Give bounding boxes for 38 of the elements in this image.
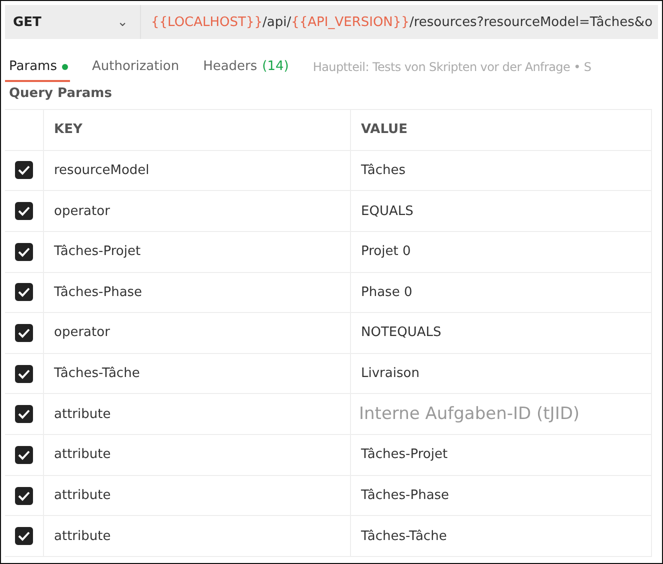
table-cell: Tâches-Phase <box>350 476 651 516</box>
column-header: KEY <box>43 110 350 151</box>
checkbox[interactable] <box>15 446 33 464</box>
url-field[interactable]: {{LOCALHOST}}/api/{{API_VERSION}}/resources?resourceModel=Tâches&o <box>141 14 653 30</box>
table-cell: attribute <box>43 435 350 476</box>
checkbox[interactable] <box>15 283 33 302</box>
table-cell: Tâches <box>350 150 651 192</box>
checkbox[interactable] <box>15 324 33 342</box>
checkbox[interactable] <box>15 405 33 424</box>
table-cell: Phase 0 <box>350 272 651 314</box>
table-cell: attribute <box>43 394 350 436</box>
checkbox[interactable] <box>15 486 33 505</box>
checkbox[interactable] <box>15 527 33 546</box>
checkbox[interactable] <box>15 242 33 261</box>
table-cell: operator <box>43 191 350 232</box>
tab[interactable]: Authorization <box>88 59 182 82</box>
table-cell: attribute <box>43 476 350 516</box>
tab[interactable]: Params <box>5 59 70 82</box>
table-cell: resourceModel <box>43 150 350 192</box>
table-cell: Tâches-Tâche <box>43 354 350 394</box>
table-cell: Projet 0 <box>350 232 651 273</box>
table-cell: Tâches-Projet <box>43 232 350 273</box>
table-cell: Livraison <box>350 354 651 394</box>
table-cell: attribute <box>43 516 350 557</box>
table-cell: Tâches-Tâche <box>350 516 651 557</box>
table-cell: Interne Aufgaben-ID (tJID) <box>350 394 651 436</box>
tab[interactable]: Headers (14) <box>199 59 291 82</box>
checkbox[interactable] <box>15 202 33 220</box>
checkbox[interactable] <box>15 364 33 383</box>
table-cell: Tâches-Projet <box>350 435 651 476</box>
table-cell: Tâches-Phase <box>43 272 350 314</box>
column-header: VALUE <box>350 110 651 151</box>
method-dropdown[interactable]: GET ⌄ <box>5 5 141 39</box>
checkbox[interactable] <box>15 161 33 180</box>
table-cell: operator <box>43 313 350 354</box>
table-cell: EQUALS <box>350 191 651 232</box>
table-cell: NOTEQUALS <box>350 313 651 354</box>
section-title: Query Params <box>8 85 113 103</box>
